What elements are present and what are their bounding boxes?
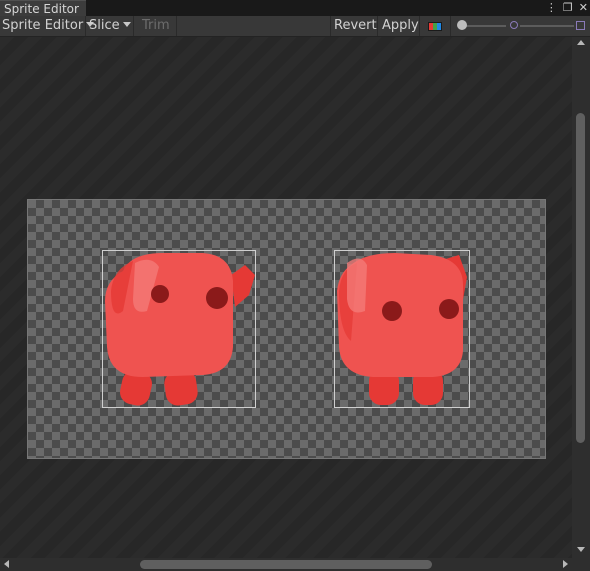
scroll-up-icon[interactable] [577, 40, 585, 45]
slice-label: Slice [89, 18, 120, 33]
vertical-scrollbar[interactable] [572, 37, 590, 558]
texture-preview [27, 199, 546, 459]
kebab-menu-icon[interactable]: ⋮ [546, 0, 557, 16]
toolbar-divider [176, 16, 177, 36]
toolbar-divider [85, 16, 86, 36]
maximize-icon[interactable]: ❐ [563, 0, 573, 16]
sprite-canvas[interactable] [0, 37, 572, 558]
scroll-right-icon[interactable] [563, 560, 568, 568]
zoom-slider-track[interactable] [462, 25, 506, 27]
scroll-left-icon[interactable] [4, 560, 9, 568]
toolbar-divider [419, 16, 420, 36]
chevron-down-icon [122, 22, 131, 27]
color-channels-toggle[interactable] [421, 16, 447, 36]
sprite-0-image [105, 253, 255, 406]
scrollbar-corner [572, 558, 590, 571]
sprite-editor-toolbar: Sprite Editor Slice Trim Revert Apply [0, 16, 590, 37]
mip-level-slider[interactable] [520, 25, 574, 27]
revert-button[interactable]: Revert [332, 16, 379, 36]
vertical-scroll-thumb[interactable] [576, 113, 585, 443]
toolbar-divider [133, 16, 134, 36]
sprite-rect-0[interactable] [102, 250, 256, 408]
toolbar-divider [330, 16, 331, 36]
editor-mode-dropdown[interactable]: Sprite Editor [0, 16, 96, 36]
close-icon[interactable]: ✕ [579, 0, 588, 16]
horizontal-scroll-thumb[interactable] [140, 560, 432, 569]
toolbar-divider [377, 16, 378, 36]
rgb-channels-icon [428, 22, 442, 31]
mip-level-max-icon [576, 21, 585, 30]
sprite-rect-1[interactable] [334, 250, 470, 408]
window-actions: ⋮ ❐ ✕ [546, 0, 588, 16]
editor-mode-label: Sprite Editor [2, 18, 84, 33]
trim-button[interactable]: Trim [140, 16, 172, 36]
sprite-editor-tab[interactable]: Sprite Editor [0, 0, 86, 16]
slice-dropdown[interactable]: Slice [87, 16, 133, 36]
sprite-1-image [337, 253, 467, 405]
apply-button[interactable]: Apply [380, 16, 421, 36]
zoom-slider-handle[interactable] [457, 20, 467, 30]
mip-level-icon [510, 21, 518, 29]
scroll-down-icon[interactable] [577, 547, 585, 552]
horizontal-scrollbar[interactable] [0, 558, 572, 571]
toolbar-divider [450, 16, 451, 36]
window-tab-bar: Sprite Editor ⋮ ❐ ✕ [0, 0, 590, 16]
